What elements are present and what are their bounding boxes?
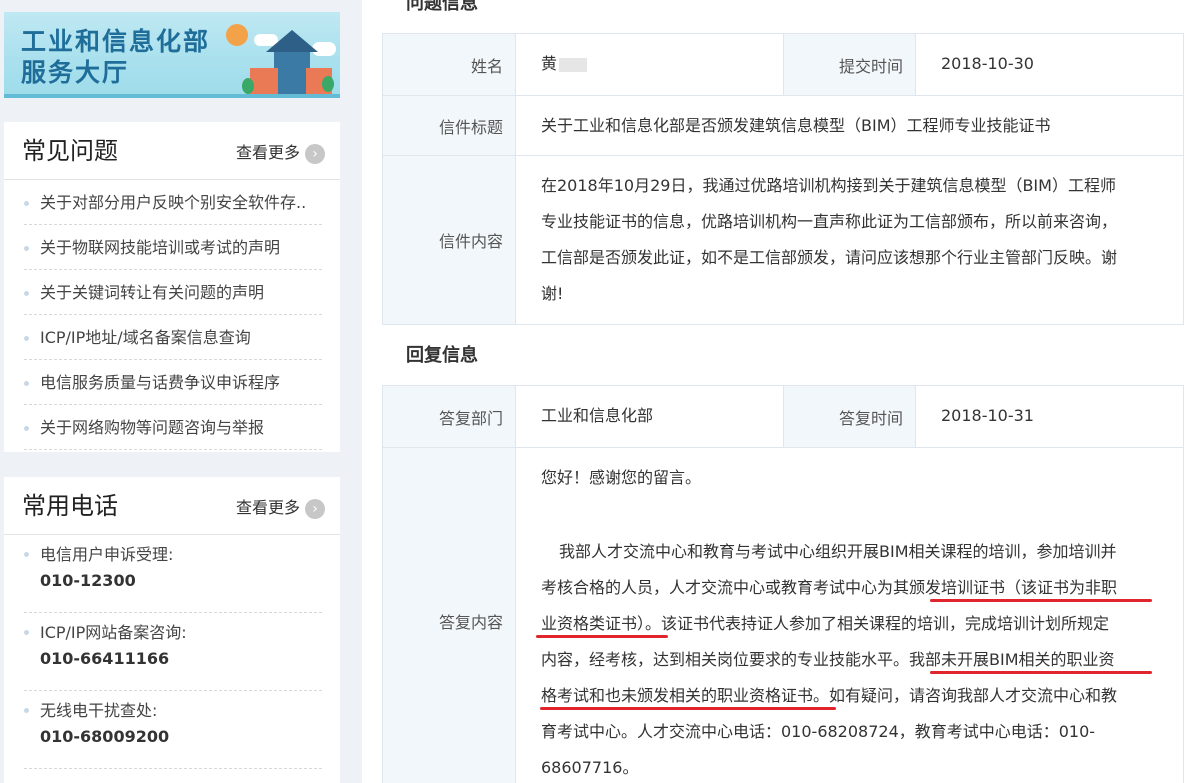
row-subject: 信件标题 关于工业和信息化部是否颁发建筑信息模型（BIM）工程师专业技能证书 xyxy=(383,96,1183,156)
name-value: 黄 xyxy=(541,46,588,82)
reply-line: 我部人才交流中心和教育与考试中心组织开展BIM相关课程的培训，参加培训并 xyxy=(559,542,1117,561)
row-content: 信件内容 在2018年10月29日，我通过优路培训机构接到关于建筑信息模型（BI… xyxy=(383,156,1183,324)
faq-item[interactable]: 关于对部分用户反映个别安全软件存.. xyxy=(24,180,322,225)
faq-item-text[interactable]: 关于网络购物等问题咨询与举报 xyxy=(40,415,322,441)
phone-label: ICP/IP网站备案咨询: xyxy=(40,623,187,642)
chevron-right-icon[interactable]: › xyxy=(305,499,325,519)
faq-item[interactable]: ICP/IP地址/域名备案信息查询 xyxy=(24,315,322,360)
phones-title: 常用电话 xyxy=(22,492,118,520)
subject-label-text: 信件标题 xyxy=(438,117,503,137)
bullet-icon xyxy=(24,246,29,251)
bullet-icon xyxy=(24,630,29,635)
content-line: 工信部是否颁发此证，如不是工信部颁发，请问应该想那个行业主管部门反映。谢 xyxy=(541,248,1118,267)
phone-number: 010-66411166 xyxy=(40,649,170,668)
faq-item-text[interactable]: 电信服务质量与话费争议申诉程序 xyxy=(40,370,322,396)
building-roof-icon xyxy=(266,30,318,52)
highlight-underline xyxy=(930,599,1152,602)
bullet-icon xyxy=(24,552,29,557)
reply-time-label-text: 答复时间 xyxy=(838,408,903,428)
content-line: 谢! xyxy=(541,284,564,303)
banner-title-line1: 工业和信息化部 xyxy=(21,27,211,56)
phones-header: 常用电话 查看更多 › xyxy=(4,477,340,535)
building-icon xyxy=(274,52,310,94)
reply-content-label-text: 答复内容 xyxy=(438,613,503,632)
faq-card: 常见问题 查看更多 › 关于对部分用户反映个别安全软件存.. 关于物联网技能培训… xyxy=(4,122,340,452)
tree-icon xyxy=(242,78,254,94)
bullet-icon xyxy=(24,201,29,206)
service-hall-banner[interactable]: 工业和信息化部 服务大厅 xyxy=(4,12,340,98)
content-label: 信件内容 xyxy=(383,156,516,324)
bullet-icon xyxy=(24,291,29,296)
phone-item: 无线电干扰查处: 010-68009200 xyxy=(24,691,322,769)
faq-item[interactable]: 关于网络购物等问题咨询与举报 xyxy=(24,405,322,450)
phone-item: ICP/IP网站备案咨询: 010-66411166 xyxy=(24,613,322,691)
content-line: 专业技能证书的信息，优路培训机构一直声称此证为工信部颁布，所以前来咨询， xyxy=(541,212,1118,231)
highlight-underline xyxy=(536,635,668,638)
highlight-underline xyxy=(540,707,836,710)
reply-line: 68607716。 xyxy=(541,758,639,777)
question-section-title: 问题信息 xyxy=(406,0,478,14)
reply-time-label: 答复时间 xyxy=(783,386,916,447)
phone-label: 电信用户申诉受理: xyxy=(40,545,174,564)
name-label: 姓名 xyxy=(383,34,516,95)
highlight-underline xyxy=(930,671,1152,674)
chevron-right-icon[interactable]: › xyxy=(305,144,325,164)
reply-time-value: 2018-10-31 xyxy=(941,406,1034,425)
name-label-text: 姓名 xyxy=(470,56,503,76)
blurred-name xyxy=(559,57,588,72)
submit-time-label-text: 提交时间 xyxy=(838,56,903,76)
sidebar: 工业和信息化部 服务大厅 常见问题 查看更多 › 关于对部分用户反映个别安全软件… xyxy=(0,0,362,783)
dept-label-text: 答复部门 xyxy=(438,408,503,428)
faq-title: 常见问题 xyxy=(22,137,118,165)
reply-line: 您好！感谢您的留言。 xyxy=(541,468,702,487)
phone-number: 010-68009200 xyxy=(40,727,170,746)
faq-more-link[interactable]: 查看更多 xyxy=(236,142,300,164)
bullet-icon xyxy=(24,708,29,713)
faq-item[interactable]: 关于物联网技能培训或考试的声明 xyxy=(24,225,322,270)
submit-time-value: 2018-10-30 xyxy=(941,54,1034,73)
main-content: 问题信息 姓名 黄 提交时间 2018-10-30 信件标题 关于工业和信息化部… xyxy=(362,0,1198,783)
faq-item[interactable]: 电信服务质量与话费争议申诉程序 xyxy=(24,360,322,405)
row-dept: 答复部门 工业和信息化部 答复时间 2018-10-31 xyxy=(383,386,1183,448)
reply-line: 育考试中心。人才交流中心电话：010-68208724，教育考试中心电话：010… xyxy=(541,722,1096,741)
banner-title: 工业和信息化部 服务大厅 xyxy=(21,26,210,88)
bullet-icon xyxy=(24,336,29,341)
faq-item-text[interactable]: 关于对部分用户反映个别安全软件存.. xyxy=(40,190,322,216)
building-icon xyxy=(250,68,278,94)
phones-card: 常用电话 查看更多 › 电信用户申诉受理: 010-12300 ICP/IP网站… xyxy=(4,477,340,783)
row-reply-content: 答复内容 您好！感谢您的留言。 我部人才交流中心和教育与考试中心组织开展BIM相… xyxy=(383,448,1183,783)
subject-label: 信件标题 xyxy=(383,96,516,155)
sun-icon xyxy=(226,24,248,46)
name-value-text: 黄 xyxy=(541,54,558,73)
phone-item: 电信用户申诉受理: 010-12300 xyxy=(24,535,322,613)
banner-title-line2: 服务大厅 xyxy=(21,58,130,87)
phone-number: 010-12300 xyxy=(40,571,136,590)
faq-header: 常见问题 查看更多 › xyxy=(4,122,340,180)
question-table: 姓名 黄 提交时间 2018-10-30 信件标题 关于工业和信息化部是否颁发建… xyxy=(382,33,1184,325)
faq-item-text[interactable]: 关于物联网技能培训或考试的声明 xyxy=(40,235,322,261)
dept-label: 答复部门 xyxy=(383,386,516,447)
bullet-icon xyxy=(24,381,29,386)
faq-item[interactable]: 关于关键词转让有关问题的声明 xyxy=(24,270,322,315)
reply-section-title: 回复信息 xyxy=(406,345,478,366)
reply-content-label: 答复内容 xyxy=(383,448,516,783)
tree-icon xyxy=(322,76,334,92)
faq-item-text[interactable]: 关于关键词转让有关问题的声明 xyxy=(40,280,322,306)
faq-item-text[interactable]: ICP/IP地址/域名备案信息查询 xyxy=(40,325,322,351)
reply-table: 答复部门 工业和信息化部 答复时间 2018-10-31 答复内容 您好！感谢您… xyxy=(382,385,1184,783)
content-label-text: 信件内容 xyxy=(438,232,503,251)
dept-value: 工业和信息化部 xyxy=(541,406,654,425)
bullet-icon xyxy=(24,426,29,431)
phones-more-link[interactable]: 查看更多 xyxy=(236,497,300,519)
content-line: 在2018年10月29日，我通过优路培训机构接到关于建筑信息模型（BIM）工程师 xyxy=(541,176,1116,195)
submit-time-label: 提交时间 xyxy=(783,34,916,95)
row-name: 姓名 黄 提交时间 2018-10-30 xyxy=(383,34,1183,96)
phone-label: 无线电干扰查处: xyxy=(40,701,158,720)
subject-value: 关于工业和信息化部是否颁发建筑信息模型（BIM）工程师专业技能证书 xyxy=(541,116,1051,135)
